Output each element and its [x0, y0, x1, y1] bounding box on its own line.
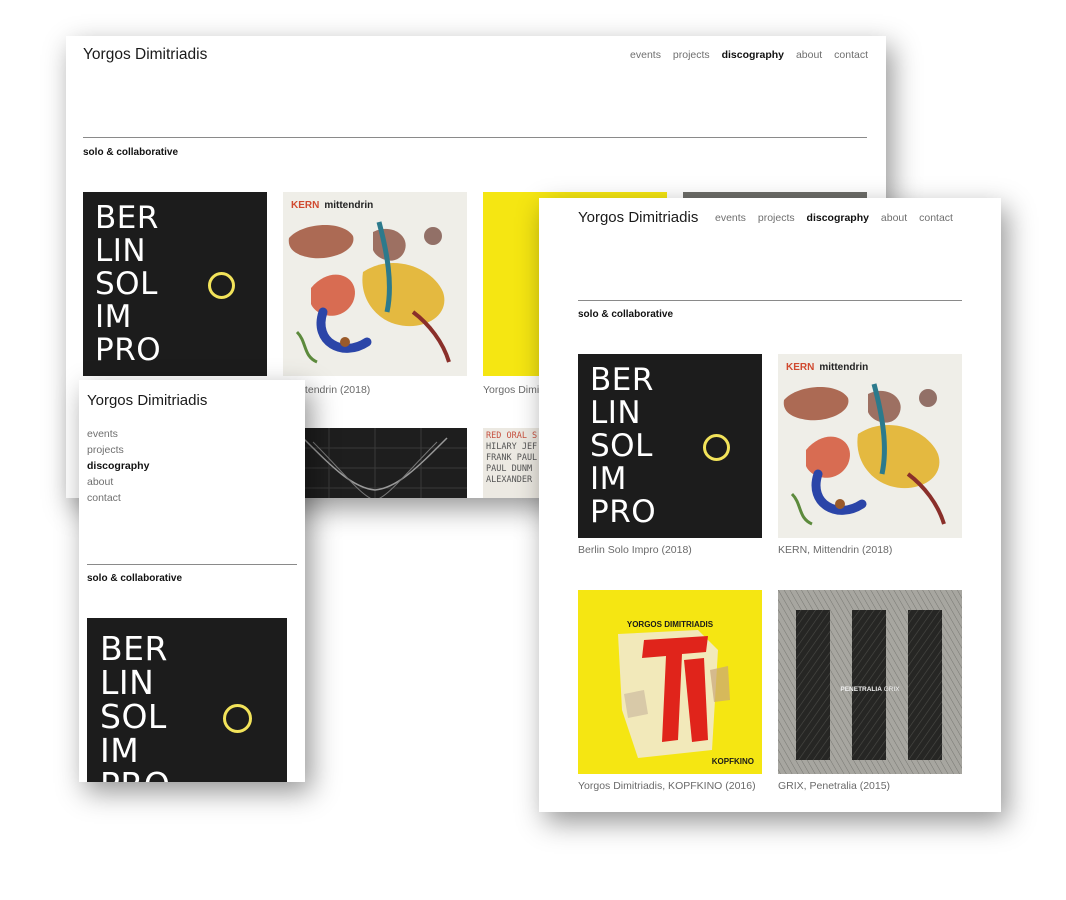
- cover-line: BER: [590, 362, 654, 398]
- album-cover-kern[interactable]: KERN mittendrin: [778, 354, 962, 538]
- grix-cover-text: PENETRALIA GRIX: [778, 686, 962, 693]
- cover-line: SOL: [590, 428, 653, 464]
- nav-events[interactable]: events: [715, 212, 746, 224]
- album-caption[interactable]: KERN, Mittendrin (2018): [778, 544, 892, 556]
- penetralia-artwork: [778, 590, 962, 774]
- cover-band: GRIX: [883, 686, 900, 693]
- nav-discography[interactable]: discography: [722, 49, 784, 61]
- kern-cover-title: KERN mittendrin: [291, 200, 373, 211]
- cover-line: LIN: [590, 395, 642, 431]
- kopfkino-artwork: [618, 630, 730, 758]
- main-nav: events projects discography about contac…: [706, 212, 953, 224]
- album-penetralia[interactable]: PENETRALIA GRIX GRIX, Penetralia (2015): [778, 590, 962, 800]
- album-caption[interactable]: Berlin Solo Impro (2018): [578, 544, 692, 556]
- cover-line: PRO: [95, 332, 162, 368]
- cover-line: IM: [95, 299, 132, 335]
- cover-line: PRO: [100, 768, 170, 783]
- cover-title: PENETRALIA: [840, 686, 882, 693]
- cover-line: BER: [95, 200, 159, 236]
- section-divider: [578, 300, 962, 301]
- section-divider: [87, 564, 297, 565]
- cover-line: LIN: [95, 233, 147, 269]
- kern-cover-title: KERN mittendrin: [786, 362, 868, 373]
- nav-discography[interactable]: discography: [87, 460, 149, 472]
- yellow-ring-icon: [223, 704, 252, 733]
- cover-album: mittendrin: [819, 362, 869, 373]
- album-cover-berlin[interactable]: BER LIN SOL IM PRO: [578, 354, 762, 538]
- kopf-cover-artist: YORGOS DIMITRIADIS: [626, 620, 714, 629]
- cover-line: LIN: [100, 663, 155, 702]
- cover-line: PRO: [590, 494, 657, 530]
- nav-contact[interactable]: contact: [919, 212, 953, 224]
- section-title: solo & collaborative: [87, 573, 183, 584]
- album-kern-mittendrin[interactable]: KERN mittendrin KERN, Mittendrin (2018): [778, 354, 962, 564]
- waveform-artwork: [283, 428, 467, 498]
- nav-events[interactable]: events: [630, 49, 661, 61]
- nav-events[interactable]: events: [87, 428, 149, 440]
- album-kern-mittendrin[interactable]: KERN mittendrin , Mittendrin (2018): [283, 192, 467, 402]
- section-divider: [83, 137, 867, 138]
- album-kopfkino[interactable]: YORGOS DIMITRIADIS KOPFKINO Yorgos Dimit…: [578, 590, 762, 800]
- nav-about[interactable]: about: [87, 476, 149, 488]
- nav-about[interactable]: about: [881, 212, 907, 224]
- nav-about[interactable]: about: [796, 49, 822, 61]
- cover-album: mittendrin: [324, 200, 374, 211]
- album-cover-waveform[interactable]: [283, 428, 467, 498]
- kopf-cover-title: KOPFKINO: [711, 757, 754, 766]
- cover-line: IM: [100, 731, 140, 770]
- cover-band: KERN: [786, 362, 815, 373]
- cover-text: BER LIN SOL IM PRO: [95, 202, 161, 367]
- cover-text: BER LIN SOL IM PRO: [100, 629, 170, 783]
- yellow-ring-icon: [703, 434, 730, 461]
- site-title[interactable]: Yorgos Dimitriadis: [87, 392, 207, 409]
- cover-band: KERN: [291, 200, 320, 211]
- album-cover-berlin[interactable]: BER LIN SOL IM PRO: [83, 192, 267, 376]
- album-caption[interactable]: GRIX, Penetralia (2015): [778, 780, 890, 792]
- album-cover-berlin[interactable]: BER LIN SOL IM PRO: [87, 618, 287, 782]
- nav-projects[interactable]: projects: [87, 444, 149, 456]
- names-line: ALEXANDER: [486, 475, 533, 485]
- nav-projects[interactable]: projects: [673, 49, 710, 61]
- nav-projects[interactable]: projects: [758, 212, 795, 224]
- cover-line: SOL: [95, 266, 158, 302]
- album-cover-penetralia[interactable]: PENETRALIA GRIX: [778, 590, 962, 774]
- yellow-ring-icon: [208, 272, 235, 299]
- kern-artwork: [783, 383, 946, 526]
- nav-contact[interactable]: contact: [834, 49, 868, 61]
- main-nav: events projects discography about contac…: [87, 428, 149, 508]
- album-berlin-solo-impro[interactable]: BER LIN SOL IM PRO: [87, 618, 287, 782]
- cover-line: SOL: [100, 697, 167, 736]
- site-title[interactable]: Yorgos Dimitriadis: [83, 46, 207, 64]
- site-title[interactable]: Yorgos Dimitriadis: [578, 209, 698, 226]
- album-waveform[interactable]: [283, 428, 467, 498]
- mobile-screenshot: Yorgos Dimitriadis events projects disco…: [79, 380, 305, 782]
- album-caption[interactable]: Yorgos Dimitriadis, KOPFKINO (2016): [578, 780, 756, 792]
- album-cover-kern[interactable]: KERN mittendrin: [283, 192, 467, 376]
- section-title: solo & collaborative: [578, 309, 674, 320]
- names-line: FRANK PAUL: [486, 453, 538, 463]
- nav-discography[interactable]: discography: [807, 212, 869, 224]
- screenshot-composite: { "site": { "title": "Yorgos Dimitriadis…: [0, 0, 1066, 900]
- names-line: HILARY JEF: [486, 442, 538, 452]
- names-cover-text: RED ORAL S HILARY JEF FRANK PAUL PAUL DU…: [486, 431, 537, 486]
- album-berlin-solo-impro[interactable]: BER LIN SOL IM PRO Berlin Solo Impro (20…: [578, 354, 762, 564]
- nav-contact[interactable]: contact: [87, 492, 149, 504]
- cover-line: BER: [100, 629, 168, 668]
- album-caption[interactable]: Yorgos Dimit: [483, 384, 542, 396]
- cover-text: BER LIN SOL IM PRO: [590, 364, 656, 529]
- names-line: PAUL DUNM: [486, 464, 533, 474]
- names-line: RED ORAL S: [486, 431, 538, 441]
- cover-line: IM: [590, 461, 627, 497]
- kern-artwork: [288, 221, 451, 364]
- tablet-screenshot: Yorgos Dimitriadis events projects disco…: [539, 198, 1001, 812]
- section-title: solo & collaborative: [83, 147, 179, 158]
- main-nav: events projects discography about contac…: [621, 49, 868, 61]
- album-cover-kopfkino[interactable]: YORGOS DIMITRIADIS KOPFKINO: [578, 590, 762, 774]
